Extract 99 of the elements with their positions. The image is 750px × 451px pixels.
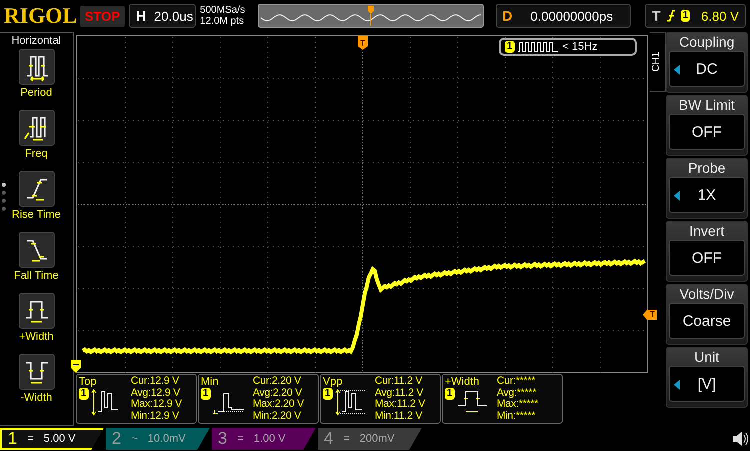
channel-status[interactable]: 2 ~ 10.0mV — [106, 428, 210, 450]
trigger-frequency: < 15Hz — [562, 41, 598, 53]
left-triangle-icon — [674, 191, 680, 201]
measurement-reading: Max:***** — [497, 399, 538, 410]
measurement-reading: Max:2.20 V — [253, 399, 304, 410]
channel-number: 2 — [112, 429, 122, 449]
coupling-symbol: = — [343, 433, 350, 445]
channel-badge: 1 — [79, 388, 89, 400]
measurement-name: Min — [201, 376, 220, 388]
pulse-train-icon — [518, 41, 560, 53]
measurement-panel[interactable]: Vpp 1 Cur:11.2 V Avg:11.2 V Max:11.2 V Min:11.2 V — [320, 374, 441, 424]
page-dot[interactable] — [2, 207, 6, 211]
measurement-reading: Min:12.9 V — [131, 410, 180, 422]
left-triangle-icon — [674, 65, 680, 75]
coupling-symbol: = — [27, 433, 34, 445]
trigger-source-badge: 1 — [680, 10, 690, 22]
delay-value: 0.00000000ps — [530, 8, 614, 24]
menu-value-button[interactable]: DC — [669, 51, 745, 87]
logo: RIGOL — [4, 3, 76, 29]
fall-measure-button[interactable] — [18, 232, 54, 268]
channel-status[interactable]: 4 = 200mV — [318, 428, 422, 450]
measurement-name: Top — [79, 376, 98, 388]
channel-status[interactable]: 1 = 5.00 V — [0, 428, 104, 450]
measurement-reading: Cur:12.9 V — [131, 376, 180, 388]
pwidth-measure-button[interactable] — [18, 293, 54, 329]
trigger-level: 6.80 V — [701, 8, 739, 24]
coupling-symbol: = — [237, 433, 244, 445]
menu-item-title: Unit — [694, 348, 720, 366]
measurement-reading: Min:***** — [497, 410, 536, 422]
measurement-name: +Width — [445, 376, 481, 388]
timebase-display[interactable]: H 20.0us — [129, 4, 196, 28]
measurement-reading: Max:12.9 V — [131, 399, 182, 410]
channel-number: 4 — [324, 429, 334, 449]
measure-label: -Width — [20, 392, 52, 404]
measurement-reading: Max:11.2 V — [375, 399, 426, 410]
measurement-reading: Min:11.2 V — [375, 410, 424, 422]
measurement-reading: Min:2.20 V — [253, 410, 302, 422]
measurement-panel[interactable]: +Width 1 Cur:***** Avg:***** Max:***** Min:***** — [442, 374, 563, 424]
channel-badge: 1 — [445, 388, 455, 400]
measurement-reading: Cur:11.2 V — [375, 376, 424, 388]
measure-label: Freq — [25, 148, 48, 160]
coupling-symbol: ~ — [131, 433, 138, 445]
channel-status[interactable]: 3 = 1.00 V — [212, 428, 316, 450]
measurement-reading: Avg:11.2 V — [375, 388, 424, 399]
menu-value-button[interactable]: Coarse — [669, 303, 745, 339]
menu-item-title: Probe — [688, 159, 726, 177]
measure-label: +Width — [19, 331, 54, 343]
delay-display[interactable]: D 0.00000000ps — [496, 4, 632, 28]
measure-label: Fall Time — [14, 270, 59, 282]
nwidth-measure-button[interactable] — [18, 354, 54, 390]
measurement-name: Vpp — [323, 376, 344, 388]
measurement-reading: Avg:12.9 V — [131, 388, 182, 399]
rising-edge-icon — [666, 9, 676, 23]
measurement-panel[interactable]: Top 1 Cur:12.9 V Avg:12.9 V Max:12.9 V Min:12.9 V — [76, 374, 197, 424]
delay-label: D — [502, 8, 513, 24]
channel-badge: 1 — [323, 388, 333, 400]
channel-badge: 1 — [505, 41, 515, 53]
left-triangle-icon — [674, 380, 680, 390]
menu-value-button[interactable]: OFF — [669, 240, 745, 276]
panel-title: Horizontal — [12, 35, 62, 47]
page-dot[interactable] — [2, 191, 6, 195]
menu-item-title: Volts/Div — [680, 285, 734, 303]
channel-scale: 1.00 V — [254, 433, 286, 445]
channel-ground-marker-icon[interactable] — [71, 360, 81, 374]
period-measure-button[interactable] — [18, 49, 54, 85]
measurement-reading: Cur:***** — [497, 376, 536, 388]
channel-number: 3 — [218, 429, 228, 449]
run-state-button[interactable]: STOP — [80, 6, 126, 26]
channel-scale: 200mV — [360, 433, 395, 445]
rise-measure-button[interactable] — [18, 171, 54, 207]
menu-item-title: Coupling — [679, 33, 735, 51]
trigger-display[interactable]: T 1 6.80 V — [645, 4, 746, 28]
channel-number: 1 — [8, 429, 18, 449]
measurement-reading: Cur:2.20 V — [253, 376, 302, 388]
vpp-measure-icon — [334, 388, 368, 416]
channel-scale: 5.00 V — [44, 433, 76, 445]
measurement-reading: Avg:2.20 V — [253, 388, 304, 399]
channel-scale: 10.0mV — [148, 433, 186, 445]
measure-label: Rise Time — [12, 209, 61, 221]
timebase-value: 20.0us — [154, 8, 194, 24]
menu-item-title: Invert — [689, 222, 724, 240]
menu-value-button[interactable]: OFF — [669, 114, 745, 150]
measurement-reading: Avg:***** — [497, 388, 538, 399]
trigger-level-marker[interactable]: T — [643, 310, 657, 320]
measure-label: Period — [20, 87, 52, 99]
sample-rate: 500MSa/s — [200, 5, 246, 16]
freq-measure-button[interactable] — [18, 110, 54, 146]
trigger-position-marker[interactable]: T — [358, 36, 368, 50]
page-dot[interactable] — [2, 199, 6, 203]
page-dot[interactable] — [2, 183, 6, 187]
menu-value-button[interactable]: [V] — [669, 366, 745, 402]
menu-value-button[interactable]: 1X — [669, 177, 745, 213]
speaker-icon[interactable] — [732, 431, 750, 447]
menu-item-title: BW Limit — [679, 96, 735, 114]
timebase-label: H — [136, 8, 146, 24]
measurement-panel[interactable]: Min 1 Cur:2.20 V Avg:2.20 V Max:2.20 V Min:2.20 V — [198, 374, 319, 424]
trigger-label: T — [652, 8, 661, 24]
channel-badge: 1 — [201, 388, 211, 400]
memory-depth: 12.0M pts — [200, 16, 246, 27]
